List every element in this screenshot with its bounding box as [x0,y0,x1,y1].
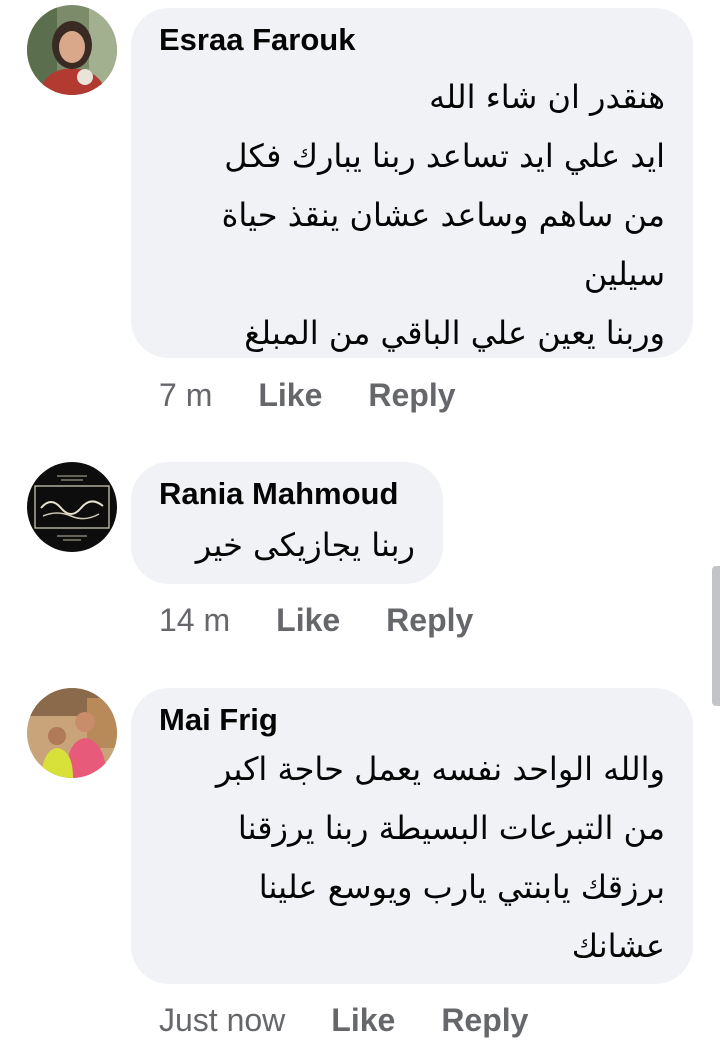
scrollbar[interactable] [712,566,720,706]
comment-text: هنقدر ان شاء الله ايد علي ايد تساعد ربنا… [159,68,665,363]
comment-bubble: Rania Mahmoud ربنا يجازيكى خير [131,462,443,584]
comment-text-line: ربنا يجازيكى خير [195,526,415,564]
comment-text-line: من ساهم وساعد عشان ينقذ حياة [221,196,665,234]
comment-actions: 7 m Like Reply [159,375,456,415]
comment-author[interactable]: Esraa Farouk [159,22,665,58]
comment-author[interactable]: Rania Mahmoud [159,476,415,512]
comment-timestamp[interactable]: Just now [159,1000,285,1040]
comment-text-line: عشانك [571,927,665,965]
reply-button[interactable]: Reply [368,375,455,415]
comment-author[interactable]: Mai Frig [159,702,665,738]
avatar-photo [27,462,117,552]
comment-timestamp[interactable]: 7 m [159,375,212,415]
comment-text: ربنا يجازيكى خير [159,516,415,575]
comment-text-line: برزقك يابنتي يارب ويوسع علينا [258,868,665,906]
comment-actions: 14 m Like Reply [159,600,473,640]
avatar-photo [27,5,117,95]
comment-timestamp[interactable]: 14 m [159,600,230,640]
reply-button[interactable]: Reply [441,1000,528,1040]
comment-text-line: ايد علي ايد تساعد ربنا يبارك فكل [224,137,665,175]
avatar[interactable] [27,5,117,95]
comment-text-line: والله الواحد نفسه يعمل حاجة اكبر [215,750,665,788]
like-button[interactable]: Like [276,600,340,640]
comment-actions: Just now Like Reply [159,1000,528,1040]
reply-button[interactable]: Reply [386,600,473,640]
comment-text: والله الواحد نفسه يعمل حاجة اكبر من التب… [159,740,665,976]
comment-text-line: من التبرعات البسيطة ربنا يرزقنا [237,809,665,847]
comment-bubble: Esraa Farouk هنقدر ان شاء الله ايد علي ا… [131,8,693,358]
comment-text-line: وربنا يعين علي الباقي من المبلغ [244,314,665,352]
avatar[interactable] [27,688,117,778]
like-button[interactable]: Like [331,1000,395,1040]
comment-text-line: هنقدر ان شاء الله [429,78,665,116]
avatar-photo [27,688,117,778]
avatar[interactable] [27,462,117,552]
comment-bubble: Mai Frig والله الواحد نفسه يعمل حاجة اكب… [131,688,693,984]
like-button[interactable]: Like [258,375,322,415]
comment-text-line: سيلين [583,255,665,293]
